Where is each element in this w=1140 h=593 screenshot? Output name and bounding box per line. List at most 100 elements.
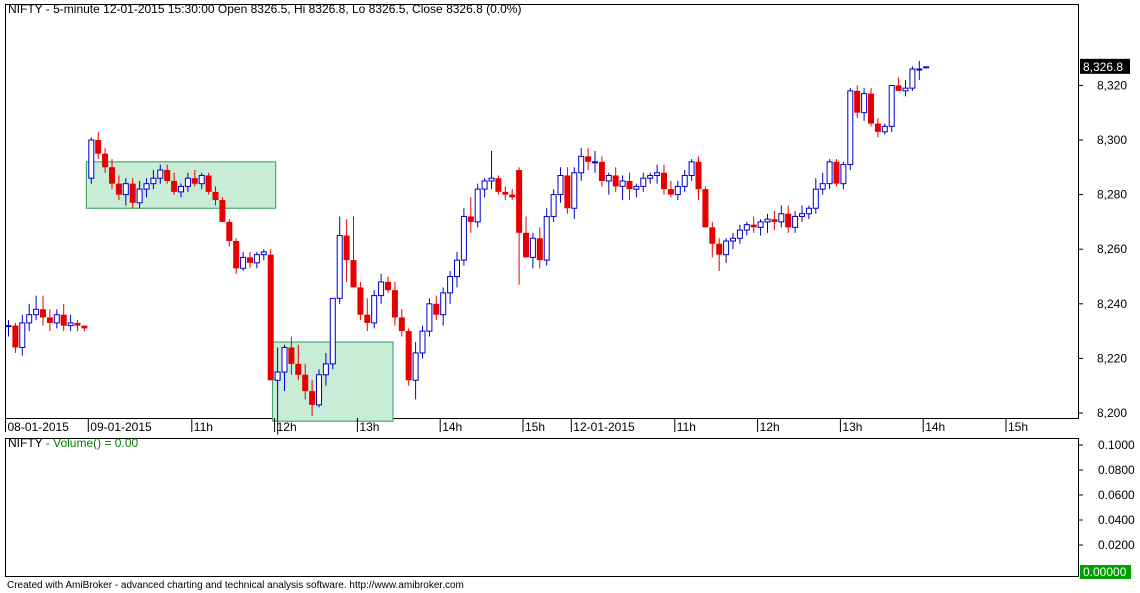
candle-body — [861, 93, 868, 114]
candle-body — [902, 87, 909, 92]
x-tick-label: 11h — [677, 420, 696, 434]
candle-body — [150, 177, 157, 185]
candle-body — [405, 331, 412, 381]
candle-body — [812, 188, 819, 209]
candle — [833, 159, 840, 187]
candle — [219, 197, 226, 222]
candle-body — [826, 161, 833, 185]
candle-body — [447, 276, 454, 294]
candle — [495, 175, 502, 195]
candle — [88, 137, 95, 184]
candle-body — [40, 309, 46, 318]
candle-body — [109, 167, 115, 184]
candle-body — [467, 216, 474, 222]
candle-body — [909, 68, 916, 89]
candle-body — [329, 297, 336, 365]
candle-body — [716, 243, 723, 255]
candle-body — [550, 194, 557, 217]
x-tick-label: 14h — [925, 420, 945, 434]
candle-body — [12, 325, 19, 348]
candle-body — [60, 314, 67, 326]
candle-body — [481, 180, 488, 190]
volume-y-tick-label: 0.0600 — [1098, 488, 1135, 502]
candle-body — [805, 207, 812, 215]
volume-header-label: - Volume() = 0.00 — [42, 436, 138, 450]
candle-body — [654, 172, 661, 176]
candle-body — [799, 213, 805, 217]
volume-pane-frame — [5, 438, 1079, 577]
candle — [474, 183, 481, 228]
candle-body — [247, 257, 253, 263]
candle-body — [115, 183, 122, 195]
candle-body — [364, 314, 371, 323]
candle-body — [343, 235, 350, 261]
candle-body — [750, 224, 757, 228]
last-price-tag: 8,326.8 — [1080, 58, 1130, 74]
candle-body — [605, 174, 612, 182]
candle-body — [771, 219, 778, 222]
x-tick-label: 15h — [525, 420, 545, 434]
candle-body — [302, 374, 309, 392]
candle-body — [495, 178, 502, 192]
candle-body — [46, 317, 53, 323]
candle-body — [674, 185, 681, 196]
candle-body — [53, 314, 60, 324]
candle-body — [378, 281, 385, 297]
candle — [357, 281, 364, 321]
candle-body — [895, 85, 902, 91]
candle-body — [757, 221, 764, 228]
candle-body — [322, 363, 329, 376]
candle — [205, 172, 212, 195]
candle-body — [295, 363, 302, 375]
candle-body — [129, 183, 136, 203]
x-tick-label: 11h — [194, 420, 213, 434]
candle-body — [868, 93, 874, 124]
volume-y-tick-label: 0.0200 — [1098, 538, 1135, 552]
candle-body — [26, 314, 33, 324]
volume-y-tick-label: 0.1000 — [1098, 438, 1135, 452]
candle-body — [571, 172, 578, 209]
candle-body — [736, 229, 743, 239]
y-tick-label: 8,240 — [1097, 297, 1127, 311]
candle — [847, 88, 854, 171]
candle-body — [5, 325, 12, 328]
candle-body — [516, 170, 523, 233]
volume-header-symbol: NIFTY — [8, 436, 43, 450]
candle-body — [709, 227, 716, 244]
candle-body — [557, 174, 564, 196]
volume-last-tag: 0.00000 — [1080, 565, 1131, 579]
candle-body — [426, 303, 433, 332]
candle-body — [633, 185, 640, 190]
x-tick-label: 12-01-2015 — [573, 420, 635, 434]
candle — [868, 88, 874, 127]
candle — [888, 84, 895, 132]
candle-body — [743, 224, 750, 231]
candle — [923, 66, 930, 69]
candle-body — [122, 183, 129, 196]
candle-body — [702, 189, 709, 228]
candle-body — [695, 161, 702, 190]
candle-body — [288, 347, 295, 364]
candle — [371, 290, 378, 329]
candle — [460, 208, 467, 266]
volume-y-tick-label: 0.0400 — [1098, 513, 1135, 527]
y-tick-label: 8,300 — [1097, 133, 1127, 147]
price-pane-header: NIFTY - 5-minute 12-01-2015 15:30:00 Ope… — [8, 2, 521, 16]
price-y-axis: 8,200 8,220 8,240 8,260 8,280 8,300 8,320 — [1078, 78, 1127, 420]
candle-body — [854, 90, 861, 113]
candle — [329, 297, 336, 370]
candle — [909, 66, 916, 91]
candle-body — [184, 177, 191, 187]
candle-body — [488, 177, 495, 182]
candle-body — [74, 322, 81, 326]
candle-body — [267, 254, 274, 381]
candle-body — [191, 178, 198, 184]
header-detail: - 5-minute 12-01-2015 15:30:00 Open 8326… — [42, 2, 521, 16]
candle-body — [923, 66, 930, 69]
candle-body — [164, 170, 171, 181]
candle-body — [730, 237, 736, 242]
x-tick-label: 12h — [760, 420, 780, 434]
chart-canvas: 8,200 8,220 8,240 8,260 8,280 8,300 8,320 08-0… — [5, 2, 1135, 579]
candle-body — [840, 164, 847, 185]
candle-body — [309, 391, 316, 405]
